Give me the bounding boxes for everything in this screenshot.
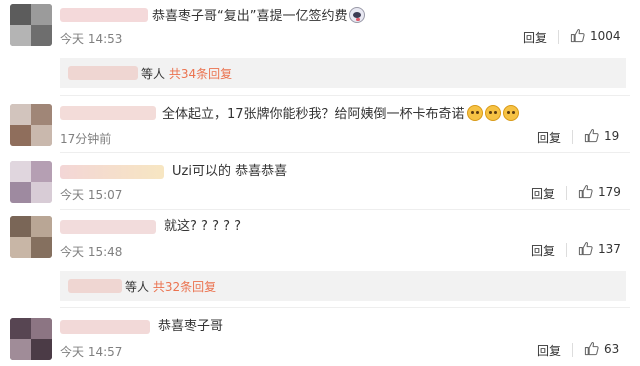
avatar[interactable] xyxy=(10,216,52,258)
comment-time: 17分钟前 xyxy=(60,132,112,146)
username-blurred[interactable] xyxy=(60,165,164,179)
sub-reply-usernames-blurred xyxy=(68,279,122,293)
like-button[interactable]: 19 xyxy=(584,128,619,143)
comment-item: 恭喜枣子哥“复出”喜提一亿签约费 今天 14:53 回复 1004 等人 共34… xyxy=(0,0,640,94)
separator xyxy=(566,243,567,257)
comment-time: 今天 14:53 xyxy=(60,32,123,46)
sub-replies-total-link[interactable]: 共32条回复 xyxy=(153,280,216,294)
comment-text-content: Uzi可以的 恭喜恭喜 xyxy=(172,164,288,179)
sub-replies-summary: 等人 共34条回复 xyxy=(141,65,232,82)
avatar[interactable] xyxy=(10,318,52,360)
avatar[interactable] xyxy=(10,161,52,203)
like-count: 19 xyxy=(604,128,620,143)
separator xyxy=(558,30,559,44)
comment-text-content: 恭喜枣子哥“复出”喜提一亿签约费 xyxy=(152,9,348,24)
username-blurred[interactable] xyxy=(60,8,148,22)
comment-text: Uzi可以的 恭喜恭喜 xyxy=(172,164,287,180)
like-count: 137 xyxy=(598,241,621,256)
like-count: 63 xyxy=(604,341,620,356)
comment-text-content: 恭喜枣子哥 xyxy=(158,319,224,334)
avatar[interactable] xyxy=(10,104,52,146)
cat-face-icon xyxy=(466,105,483,121)
username-blurred[interactable] xyxy=(60,320,150,334)
like-count: 1004 xyxy=(590,28,621,43)
comment-text: 恭喜枣子哥 xyxy=(158,319,223,335)
comment-text: 恭喜枣子哥“复出”喜提一亿签约费 xyxy=(152,7,366,25)
comment-time: 今天 15:07 xyxy=(60,188,123,202)
reply-button[interactable]: 回复 xyxy=(531,242,555,259)
separator xyxy=(572,130,573,144)
reply-button[interactable]: 回复 xyxy=(523,29,547,46)
username-blurred[interactable] xyxy=(60,106,156,120)
thumbs-up-icon xyxy=(584,129,599,143)
husky-emoji-icon xyxy=(349,7,366,23)
comment-item: 全体起立，17张牌你能秒我？给阿姨倒一杯卡布奇诺 17分钟前 回复 19 xyxy=(0,96,640,151)
separator xyxy=(566,186,567,200)
sub-replies-total-link[interactable]: 共34条回复 xyxy=(169,67,232,81)
sub-replies-who: 等人 xyxy=(141,67,166,81)
cat-face-icon xyxy=(502,105,519,121)
thumbs-up-icon xyxy=(570,29,585,43)
like-button[interactable]: 63 xyxy=(584,341,619,356)
reply-button[interactable]: 回复 xyxy=(537,129,561,146)
like-button[interactable]: 1004 xyxy=(570,28,621,43)
like-button[interactable]: 137 xyxy=(578,241,621,256)
comment-text: 全体起立，17张牌你能秒我？给阿姨倒一杯卡布奇诺 xyxy=(162,105,519,123)
thumbs-up-icon xyxy=(578,242,593,256)
thumbs-up-icon xyxy=(584,342,599,356)
comment-item: Uzi可以的 恭喜恭喜 今天 15:07 回复 179 xyxy=(0,153,640,208)
avatar[interactable] xyxy=(10,4,52,46)
reply-button[interactable]: 回复 xyxy=(537,342,561,359)
sub-replies-who: 等人 xyxy=(125,280,150,294)
comment-time: 今天 15:48 xyxy=(60,245,123,259)
comment-time: 今天 14:57 xyxy=(60,345,123,359)
comment-text: 就这? ? ? ? ? xyxy=(164,219,241,235)
reply-button[interactable]: 回复 xyxy=(531,185,555,202)
comment-text-content: 就这? ? ? ? ? xyxy=(164,219,242,234)
username-blurred[interactable] xyxy=(60,220,156,234)
sub-replies-summary: 等人 共32条回复 xyxy=(125,278,216,295)
comment-text-content: 全体起立，17张牌你能秒我？给阿姨倒一杯卡布奇诺 xyxy=(162,107,465,122)
separator xyxy=(572,343,573,357)
like-button[interactable]: 179 xyxy=(578,184,621,199)
comment-item: 恭喜枣子哥 今天 14:57 回复 63 xyxy=(0,308,640,366)
sub-reply-usernames-blurred xyxy=(68,66,138,80)
cat-face-icon xyxy=(484,105,501,121)
like-count: 179 xyxy=(598,184,621,199)
sub-replies-box[interactable]: 等人 共34条回复 xyxy=(60,58,626,88)
sub-replies-box[interactable]: 等人 共32条回复 xyxy=(60,271,626,301)
thumbs-up-icon xyxy=(578,185,593,199)
comment-item: 就这? ? ? ? ? 今天 15:48 回复 137 等人 共32条回复 xyxy=(0,210,640,306)
